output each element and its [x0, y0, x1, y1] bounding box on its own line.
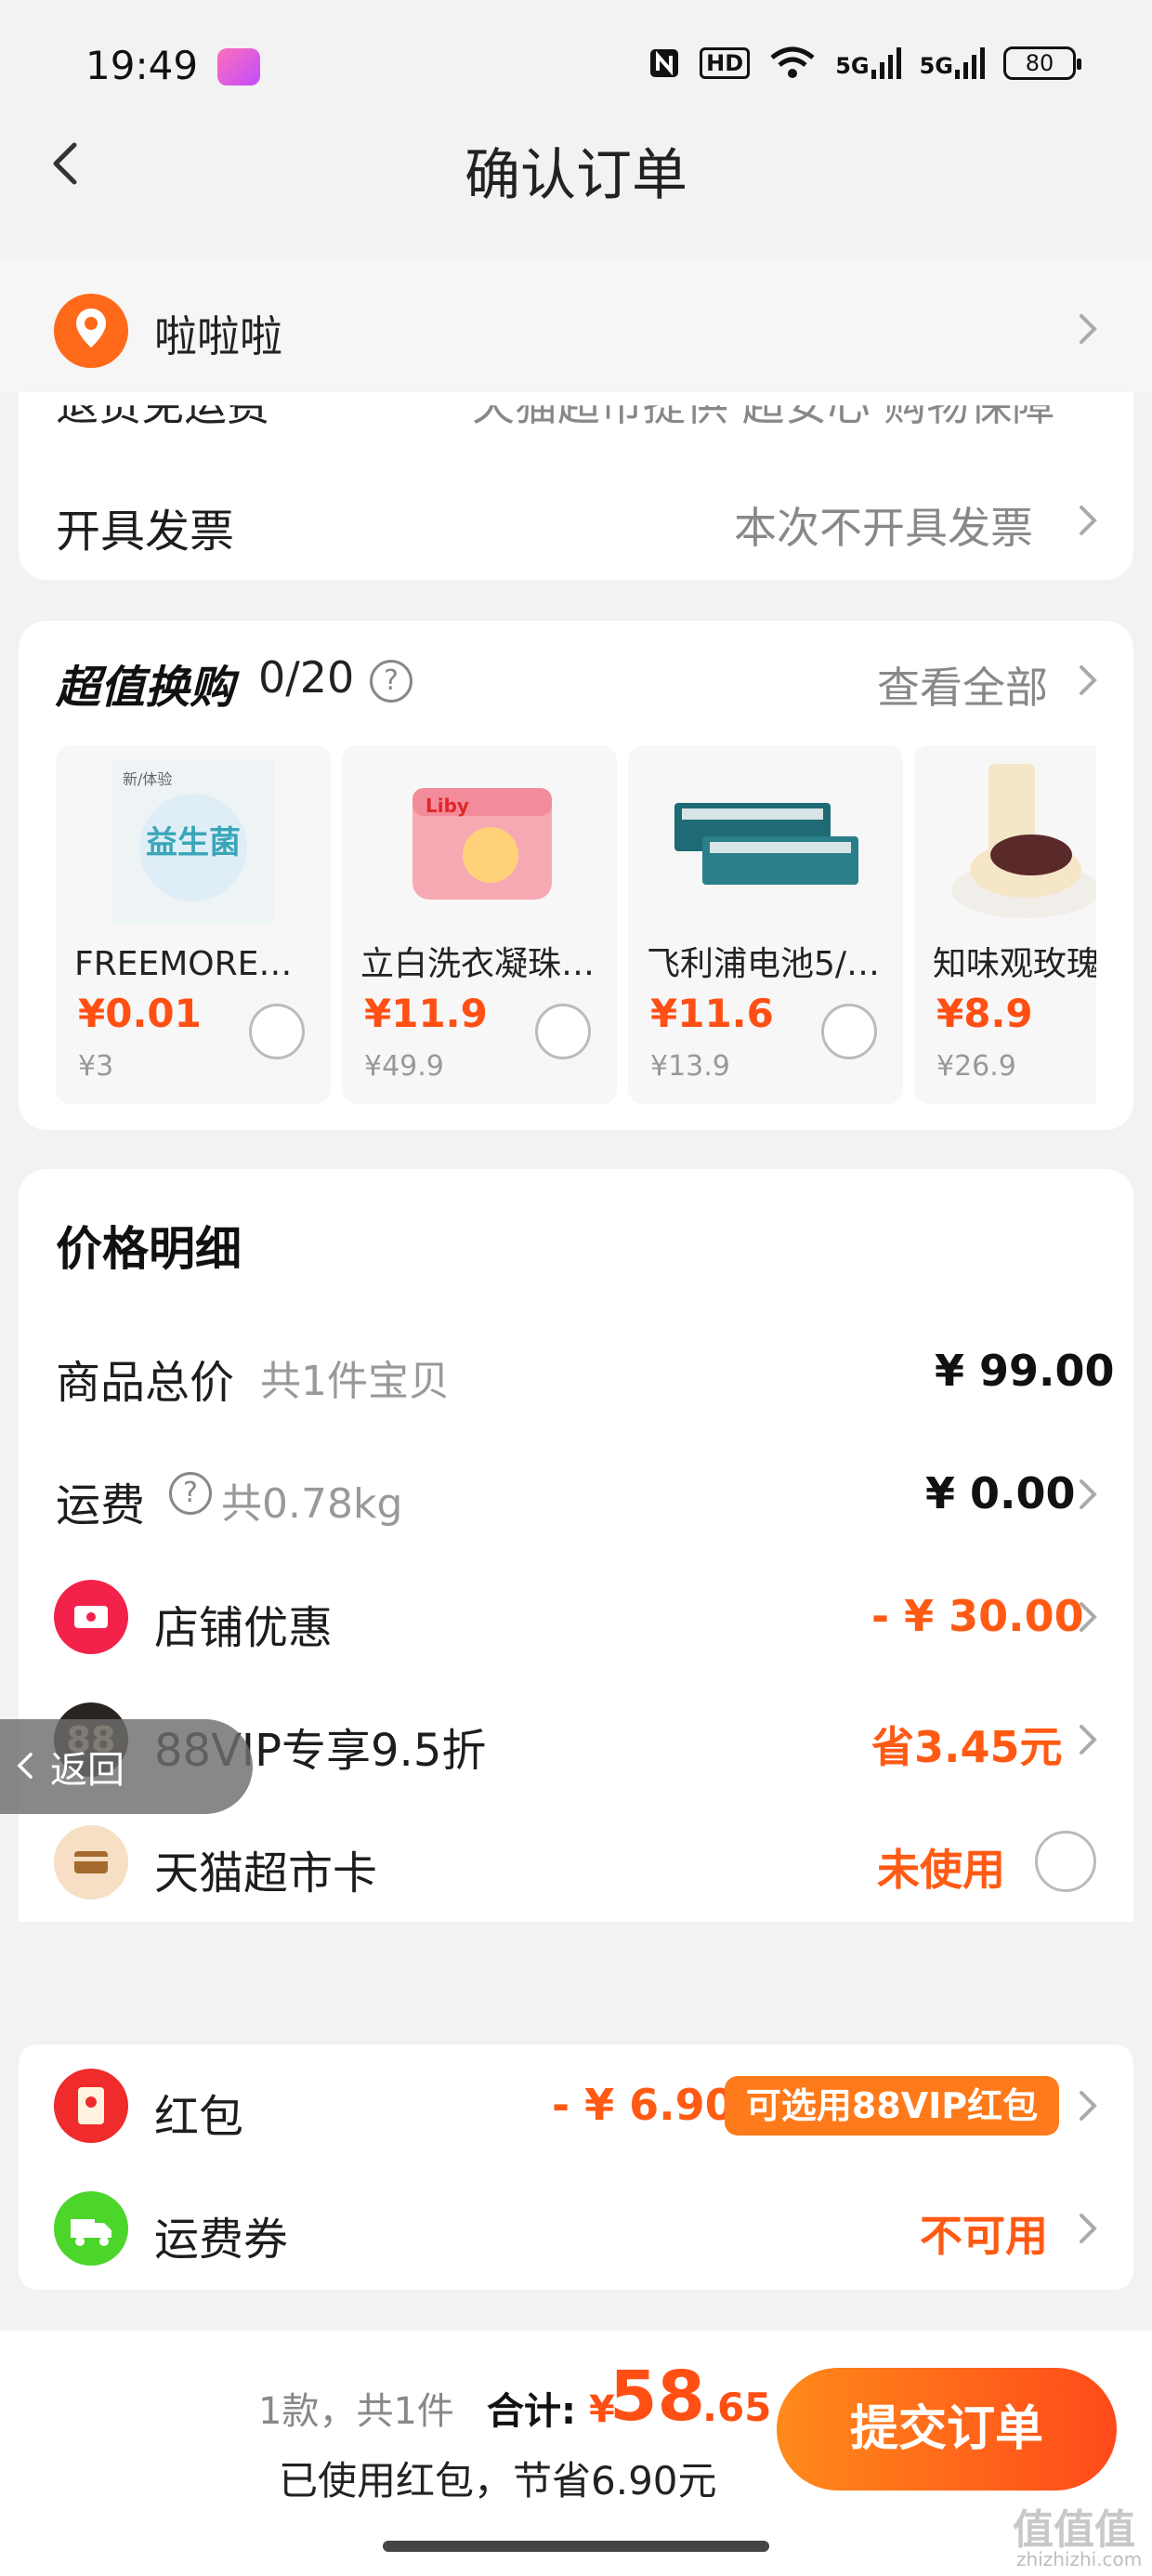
help-icon[interactable]: ?: [169, 1472, 212, 1515]
item-count: 1款，共1件: [258, 2390, 454, 2433]
submit-order-button[interactable]: 提交订单: [777, 2368, 1117, 2491]
product-select-radio[interactable]: [249, 1004, 305, 1059]
location-pin-icon: [54, 294, 128, 368]
goods-total-label: 商品总价: [56, 1357, 235, 1409]
chevron-right-icon[interactable]: [1074, 310, 1102, 348]
5g-label: 5G: [835, 53, 870, 79]
battery-pack-image: [674, 803, 858, 885]
total-integer: 58: [609, 2357, 705, 2437]
total-decimal: .65: [702, 2385, 772, 2430]
price-detail-title: 价格明细: [56, 1222, 242, 1276]
chevron-right-icon[interactable]: [1074, 1721, 1102, 1758]
see-all-link[interactable]: 查看全部: [877, 654, 1048, 716]
shipping-value[interactable]: ¥ 0.00: [925, 1468, 1076, 1518]
hd-icon: HD: [700, 47, 751, 79]
product-name: FREEMORE自…: [74, 945, 325, 983]
product-image-brand: Liby: [425, 795, 469, 817]
store-discount-label: 店铺优惠: [154, 1602, 334, 1654]
signal-bars-icon: [955, 47, 985, 79]
vip-discount-value[interactable]: 省3.45元: [871, 1714, 1063, 1775]
store-discount-value[interactable]: - ¥ 30.00: [871, 1591, 1084, 1641]
nfc-icon: [650, 49, 679, 77]
invoice-label: 开具发票: [56, 506, 235, 558]
laundry-pods-image: Liby: [412, 788, 552, 900]
product-original-price: ¥49.9: [364, 1050, 444, 1083]
shipping-coupon-icon: [54, 2191, 128, 2266]
swap-count: 0/20: [258, 652, 355, 703]
chevron-left-icon: [17, 1753, 33, 1779]
product-original-price: ¥3: [78, 1050, 114, 1083]
swap-product-card[interactable]: 新/体验 益生菌 FREEMORE自… ¥0.01 ¥3: [56, 745, 331, 1104]
savings-note: 已使用红包，节省6.90元: [279, 2458, 717, 2504]
battery-icon: 80: [1003, 46, 1081, 80]
red-packet-icon: [54, 2069, 128, 2143]
pastry-image: [951, 764, 1096, 918]
product-price: ¥11.9: [364, 991, 488, 1036]
5g-signal-icon: 5G: [920, 47, 985, 79]
chevron-right-icon[interactable]: [1074, 2087, 1102, 2124]
5g-signal-icon: 5G: [835, 47, 901, 79]
product-original-price: ¥26.9: [936, 1050, 1016, 1083]
product-image-label: 益生菌: [146, 824, 241, 861]
shipping-weight: 共0.78kg: [221, 1480, 403, 1528]
chevron-right-icon[interactable]: [1074, 1476, 1102, 1513]
product-image: 新/体验 益生菌: [93, 751, 294, 933]
wifi-icon: [770, 46, 815, 78]
chevron-right-icon[interactable]: [1074, 502, 1102, 539]
product-original-price: ¥13.9: [650, 1050, 730, 1083]
invoice-value[interactable]: 本次不开具发票: [734, 494, 1033, 556]
watermark-logo: 值值值: [1013, 2506, 1135, 2554]
product-name: 立白洗衣凝珠…: [360, 945, 596, 983]
5g-label: 5G: [919, 53, 953, 79]
product-image: Liby: [379, 751, 580, 933]
red-packet-label: 红包: [154, 2091, 244, 2143]
product-image: [942, 751, 1096, 933]
help-icon[interactable]: ?: [370, 660, 412, 703]
floating-back-label: 返回: [50, 1749, 124, 1792]
store-coupon-icon: [54, 1580, 128, 1654]
red-packet-value[interactable]: - ¥ 6.90: [552, 2080, 735, 2130]
watermark-url: zhizhizhi.com: [1016, 2548, 1143, 2570]
chevron-right-icon[interactable]: [1074, 2210, 1102, 2247]
address-name: 啦啦啦: [154, 311, 282, 361]
supermarket-card-label: 天猫超市卡: [154, 1847, 378, 1899]
goods-total-sub: 共1件宝贝: [260, 1358, 450, 1405]
status-icons: HD 5G 5G 80: [648, 46, 1081, 80]
product-select-radio[interactable]: [535, 1004, 591, 1059]
swap-title: 超值换购: [56, 662, 235, 714]
supermarket-card-icon: [54, 1825, 128, 1899]
product-image: [665, 751, 866, 933]
total-label: 合计:: [487, 2390, 576, 2433]
app-notification-icon: [217, 48, 260, 85]
supermarket-card-value: 未使用: [877, 1845, 1005, 1895]
goods-total-value: ¥ 99.00: [935, 1346, 1115, 1396]
chevron-right-icon[interactable]: [1074, 1598, 1102, 1636]
shipping-coupon-label: 运费券: [154, 2214, 289, 2266]
swap-product-card[interactable]: 飞利浦电池5/… ¥11.6 ¥13.9: [628, 745, 903, 1104]
product-name: 知味观玫瑰: [933, 945, 1096, 983]
product-price: ¥11.6: [650, 991, 774, 1036]
status-time: 19:49: [85, 43, 199, 88]
floating-back-button[interactable]: [0, 1719, 253, 1814]
product-price: ¥8.9: [936, 991, 1033, 1036]
product-price: ¥0.01: [78, 991, 202, 1036]
product-name: 飞利浦电池5/…: [647, 945, 881, 983]
page-title: 确认订单: [465, 143, 687, 208]
shipping-label: 运费: [56, 1479, 146, 1531]
supermarket-card-radio[interactable]: [1035, 1831, 1096, 1892]
shipping-coupon-value[interactable]: 不可用: [920, 2202, 1048, 2264]
signal-bars-icon: [871, 47, 901, 79]
swap-product-card[interactable]: Liby 立白洗衣凝珠… ¥11.9 ¥49.9: [342, 745, 617, 1104]
chevron-right-icon[interactable]: [1074, 662, 1102, 699]
probiotic-pack-image: 新/体验 益生菌: [111, 760, 275, 924]
product-select-radio[interactable]: [821, 1004, 877, 1059]
swap-product-card[interactable]: 知味观玫瑰 ¥8.9 ¥26.9: [914, 745, 1096, 1104]
vip-red-packet-pill[interactable]: 可选用88VIP红包: [725, 2076, 1059, 2136]
product-image-tag: 新/体验: [123, 770, 172, 788]
home-indicator[interactable]: [383, 2541, 769, 2552]
